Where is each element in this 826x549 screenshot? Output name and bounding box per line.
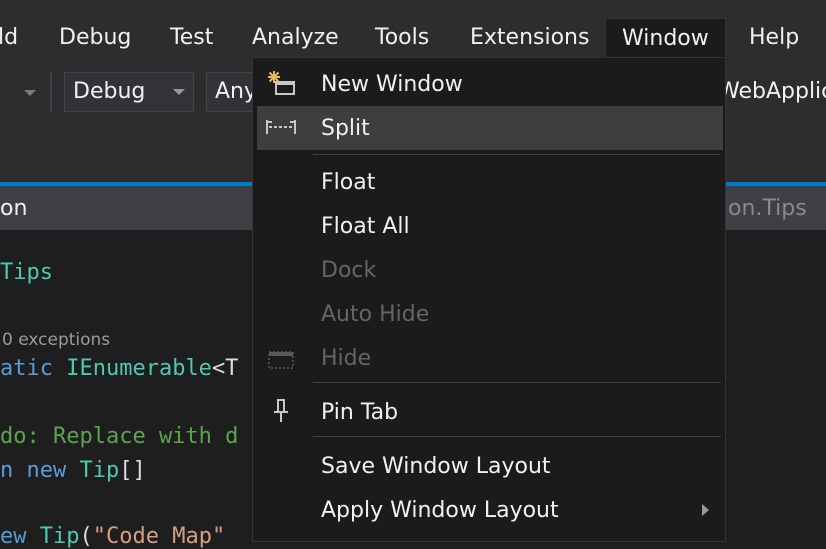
solution-configuration-value: Debug [73, 79, 146, 104]
menu-tools[interactable]: Tools [375, 0, 429, 58]
code-token: IEnumerable [66, 356, 212, 381]
chevron-down-icon [173, 89, 185, 95]
code-line-1: Tips [0, 260, 53, 285]
solution-configuration-combo[interactable]: Debug [64, 72, 194, 112]
menu-item-float-all[interactable]: Float All [257, 204, 723, 248]
menu-item-label: Auto Hide [321, 302, 430, 327]
code-token: ew [0, 524, 40, 549]
menu-separator [313, 382, 721, 383]
menu-item-dock: Dock [257, 248, 723, 292]
menu-item-label: Apply Window Layout [321, 498, 559, 523]
code-line-3: do: Replace with d [0, 424, 239, 449]
menu-build[interactable]: ld [0, 0, 18, 58]
menu-item-label: Float [321, 170, 376, 195]
code-line-4: n new Tip[] [0, 458, 146, 483]
code-token: "Code Map" [92, 524, 226, 549]
code-token: n [0, 458, 27, 483]
menu-item-label: Hide [321, 346, 372, 371]
menu-item-label: Save Window Layout [321, 454, 551, 479]
window-menu-dropdown: New Window Split Float Float All Dock Au… [252, 57, 726, 542]
code-token: [] [119, 458, 146, 483]
menu-debug[interactable]: Debug [59, 0, 131, 58]
menu-extensions[interactable]: Extensions [470, 0, 589, 58]
menu-separator [313, 154, 721, 155]
menu-window[interactable]: Window [605, 18, 726, 58]
codelens-exceptions[interactable]: 0 exceptions [2, 330, 110, 350]
code-token: <T [211, 356, 239, 381]
pin-icon [274, 399, 288, 422]
menu-item-label: Pin Tab [321, 400, 399, 425]
new-window-icon [268, 71, 295, 95]
startup-project-text[interactable]: WebApplica [718, 72, 826, 112]
menu-item-label: Float All [321, 214, 410, 239]
menu-item-hide: Hide [257, 336, 723, 380]
menu-item-float[interactable]: Float [257, 160, 723, 204]
toolbar-dropdown-arrow-icon[interactable] [24, 90, 36, 96]
toolbar-separator [50, 72, 52, 112]
menu-item-new-window[interactable]: New Window [257, 62, 723, 106]
hide-icon [268, 351, 294, 369]
menu-item-label: New Window [321, 72, 463, 97]
menu-item-auto-hide: Auto Hide [257, 292, 723, 336]
code-token: ( [79, 524, 93, 549]
menu-item-pin-tab[interactable]: Pin Tab [257, 390, 723, 434]
menu-bar: ld Debug Test Analyze Tools Extensions W… [0, 0, 826, 58]
menu-item-save-window-layout[interactable]: Save Window Layout [257, 444, 723, 488]
menu-item-label: Dock [321, 258, 377, 283]
document-tab-right[interactable]: on.Tips [728, 186, 807, 230]
solution-platform-value: Any [215, 79, 258, 104]
menu-separator [313, 436, 721, 437]
code-token: Tip [39, 524, 80, 549]
split-icon [266, 120, 296, 134]
menu-item-label: Split [321, 116, 370, 141]
code-line-5: ew Tip("Code Map" [0, 524, 225, 549]
menu-item-apply-window-layout[interactable]: Apply Window Layout [257, 488, 723, 532]
document-tab-active[interactable]: on [0, 186, 27, 230]
code-token: Tip [79, 458, 120, 483]
menu-analyze[interactable]: Analyze [252, 0, 339, 58]
menu-help[interactable]: Help [749, 0, 799, 58]
chevron-right-icon [702, 504, 709, 516]
code-token: atic [0, 356, 67, 381]
code-line-2: atic IEnumerable<T [0, 356, 238, 381]
menu-item-split[interactable]: Split [257, 106, 723, 150]
menu-test[interactable]: Test [170, 0, 213, 58]
code-token: new [26, 458, 80, 483]
